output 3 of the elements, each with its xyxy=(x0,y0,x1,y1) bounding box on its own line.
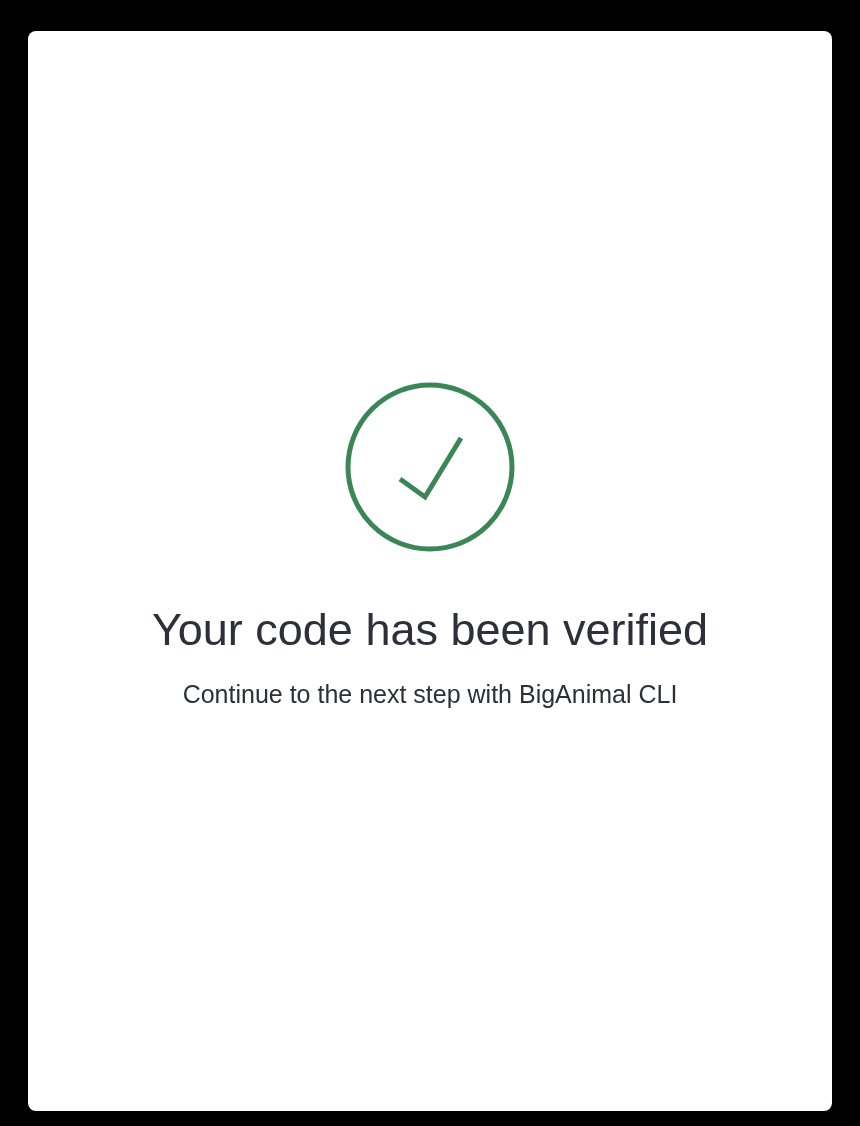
message-text: Continue to the next step with BigAnimal CLI xyxy=(182,679,678,710)
check-circle-icon xyxy=(345,382,515,552)
page-title: Your code has been verified xyxy=(151,603,709,657)
